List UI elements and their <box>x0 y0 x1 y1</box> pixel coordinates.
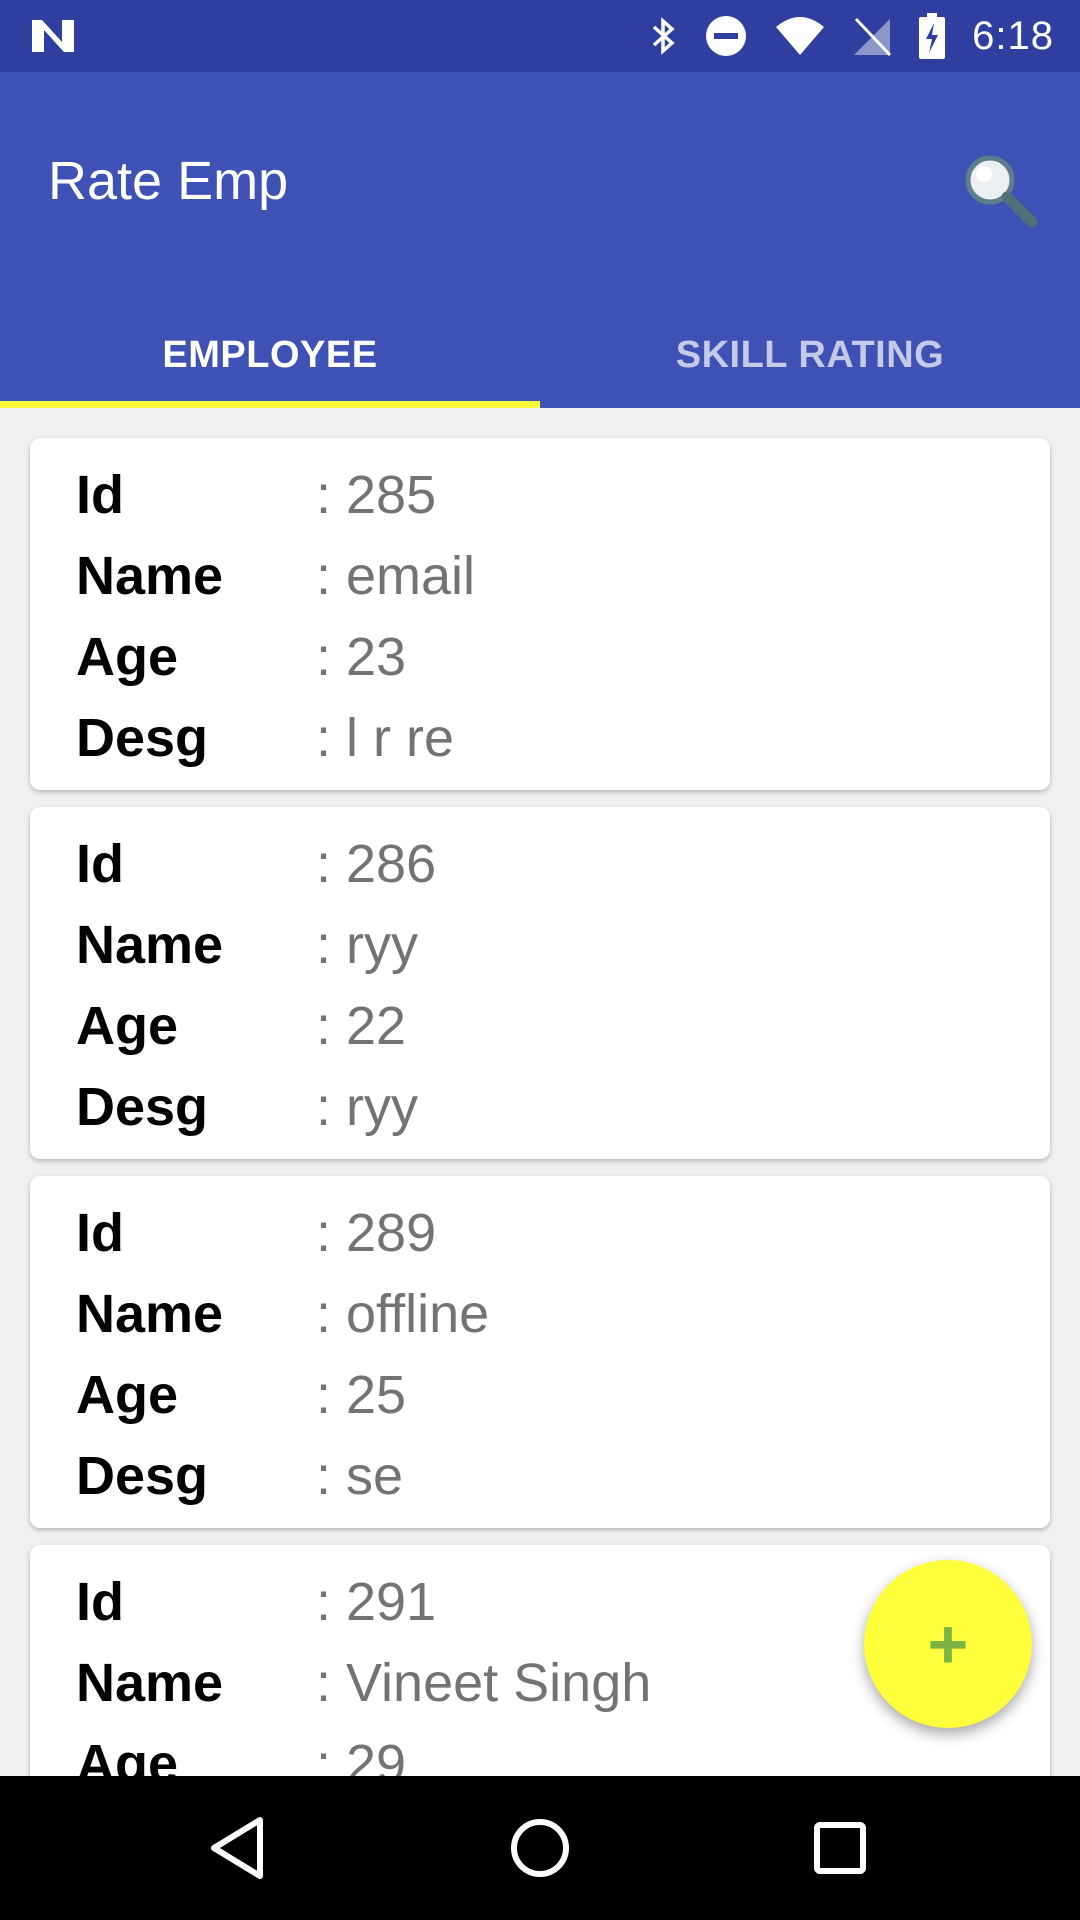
recents-icon[interactable] <box>800 1808 880 1888</box>
employee-card[interactable]: Id : 289 Name : offline Age : 25 Desg : … <box>30 1176 1050 1528</box>
desg-value: : ryy <box>316 1077 418 1137</box>
id-row: Id : 289 <box>76 1193 1026 1273</box>
age-row: Age : 23 <box>76 617 1026 697</box>
tab-skill-rating[interactable]: SKILL RATING <box>540 302 1080 408</box>
age-value: : 29 <box>316 1734 407 1776</box>
desg-label: Desg <box>76 1077 209 1137</box>
tab-bar: EMPLOYEE SKILL RATING <box>0 302 1080 408</box>
tab-employee-label: EMPLOYEE <box>162 333 378 376</box>
wifi-icon <box>776 17 825 55</box>
name-value: : email <box>316 546 476 606</box>
do-not-disturb-icon <box>706 16 747 56</box>
tab-skill-rating-label: SKILL RATING <box>675 333 945 376</box>
age-label: Age <box>76 627 179 687</box>
id-label: Id <box>76 834 124 894</box>
age-label: Age <box>76 1365 179 1425</box>
id-value: : 289 <box>316 1203 437 1263</box>
name-row: Name : ryy <box>76 905 1026 985</box>
tab-employee[interactable]: EMPLOYEE <box>0 302 540 408</box>
name-label: Name <box>76 915 224 975</box>
home-icon[interactable] <box>500 1808 580 1888</box>
id-row: Id : 286 <box>76 824 1026 904</box>
employee-card[interactable]: Id : 285 Name : email Age : 23 Desg : l … <box>30 438 1050 790</box>
age-row: Age : 25 <box>76 1355 1026 1435</box>
age-row: Age : 29 <box>76 1724 1026 1776</box>
age-value: : 23 <box>316 627 407 687</box>
desg-label: Desg <box>76 1446 209 1506</box>
age-value: : 22 <box>316 996 407 1056</box>
status-bar: 6:18 <box>0 0 1080 72</box>
no-signal-icon <box>854 17 892 57</box>
status-icons: 6:18 <box>648 0 1054 72</box>
age-row: Age : 22 <box>76 986 1026 1066</box>
search-icon <box>965 155 1038 228</box>
name-row: Name : offline <box>76 1274 1026 1354</box>
desg-row: Desg : ryy <box>76 1067 1026 1147</box>
name-value: : Vineet Singh <box>316 1653 652 1713</box>
age-label: Age <box>76 1734 179 1776</box>
name-label: Name <box>76 546 224 606</box>
desg-value: : se <box>316 1446 404 1506</box>
navigation-bar <box>0 1776 1080 1920</box>
desg-value: : l r re <box>316 708 455 768</box>
age-value: : 25 <box>316 1365 407 1425</box>
id-label: Id <box>76 1203 124 1263</box>
employee-card[interactable]: Id : 286 Name : ryy Age : 22 Desg : ryy <box>30 807 1050 1159</box>
status-time: 6:18 <box>972 13 1054 58</box>
name-value: : ryy <box>316 915 418 975</box>
name-value: : offline <box>316 1284 490 1344</box>
name-label: Name <box>76 1653 224 1713</box>
name-label: Name <box>76 1284 224 1344</box>
add-icon: + <box>927 1605 969 1683</box>
id-value: : 291 <box>316 1572 437 1632</box>
id-value: : 286 <box>316 834 437 894</box>
app-title: Rate Emp <box>48 151 289 211</box>
battery-charging-icon <box>919 13 946 59</box>
id-row: Id : 285 <box>76 455 1026 535</box>
desg-row: Desg : se <box>76 1436 1026 1516</box>
add-employee-button[interactable]: + <box>864 1560 1032 1728</box>
id-value: : 285 <box>316 465 437 525</box>
desg-label: Desg <box>76 708 209 768</box>
id-label: Id <box>76 465 124 525</box>
back-icon[interactable] <box>200 1808 280 1888</box>
desg-row: Desg : l r re <box>76 698 1026 778</box>
tab-indicator <box>0 401 540 408</box>
app-bar: Rate Emp EMPLOYEE SKILL RATING <box>0 72 1080 408</box>
bluetooth-icon <box>652 17 675 55</box>
id-label: Id <box>76 1572 124 1632</box>
age-label: Age <box>76 996 179 1056</box>
notification-n-icon <box>32 20 74 52</box>
name-row: Name : email <box>76 536 1026 616</box>
search-button[interactable] <box>950 142 1050 242</box>
